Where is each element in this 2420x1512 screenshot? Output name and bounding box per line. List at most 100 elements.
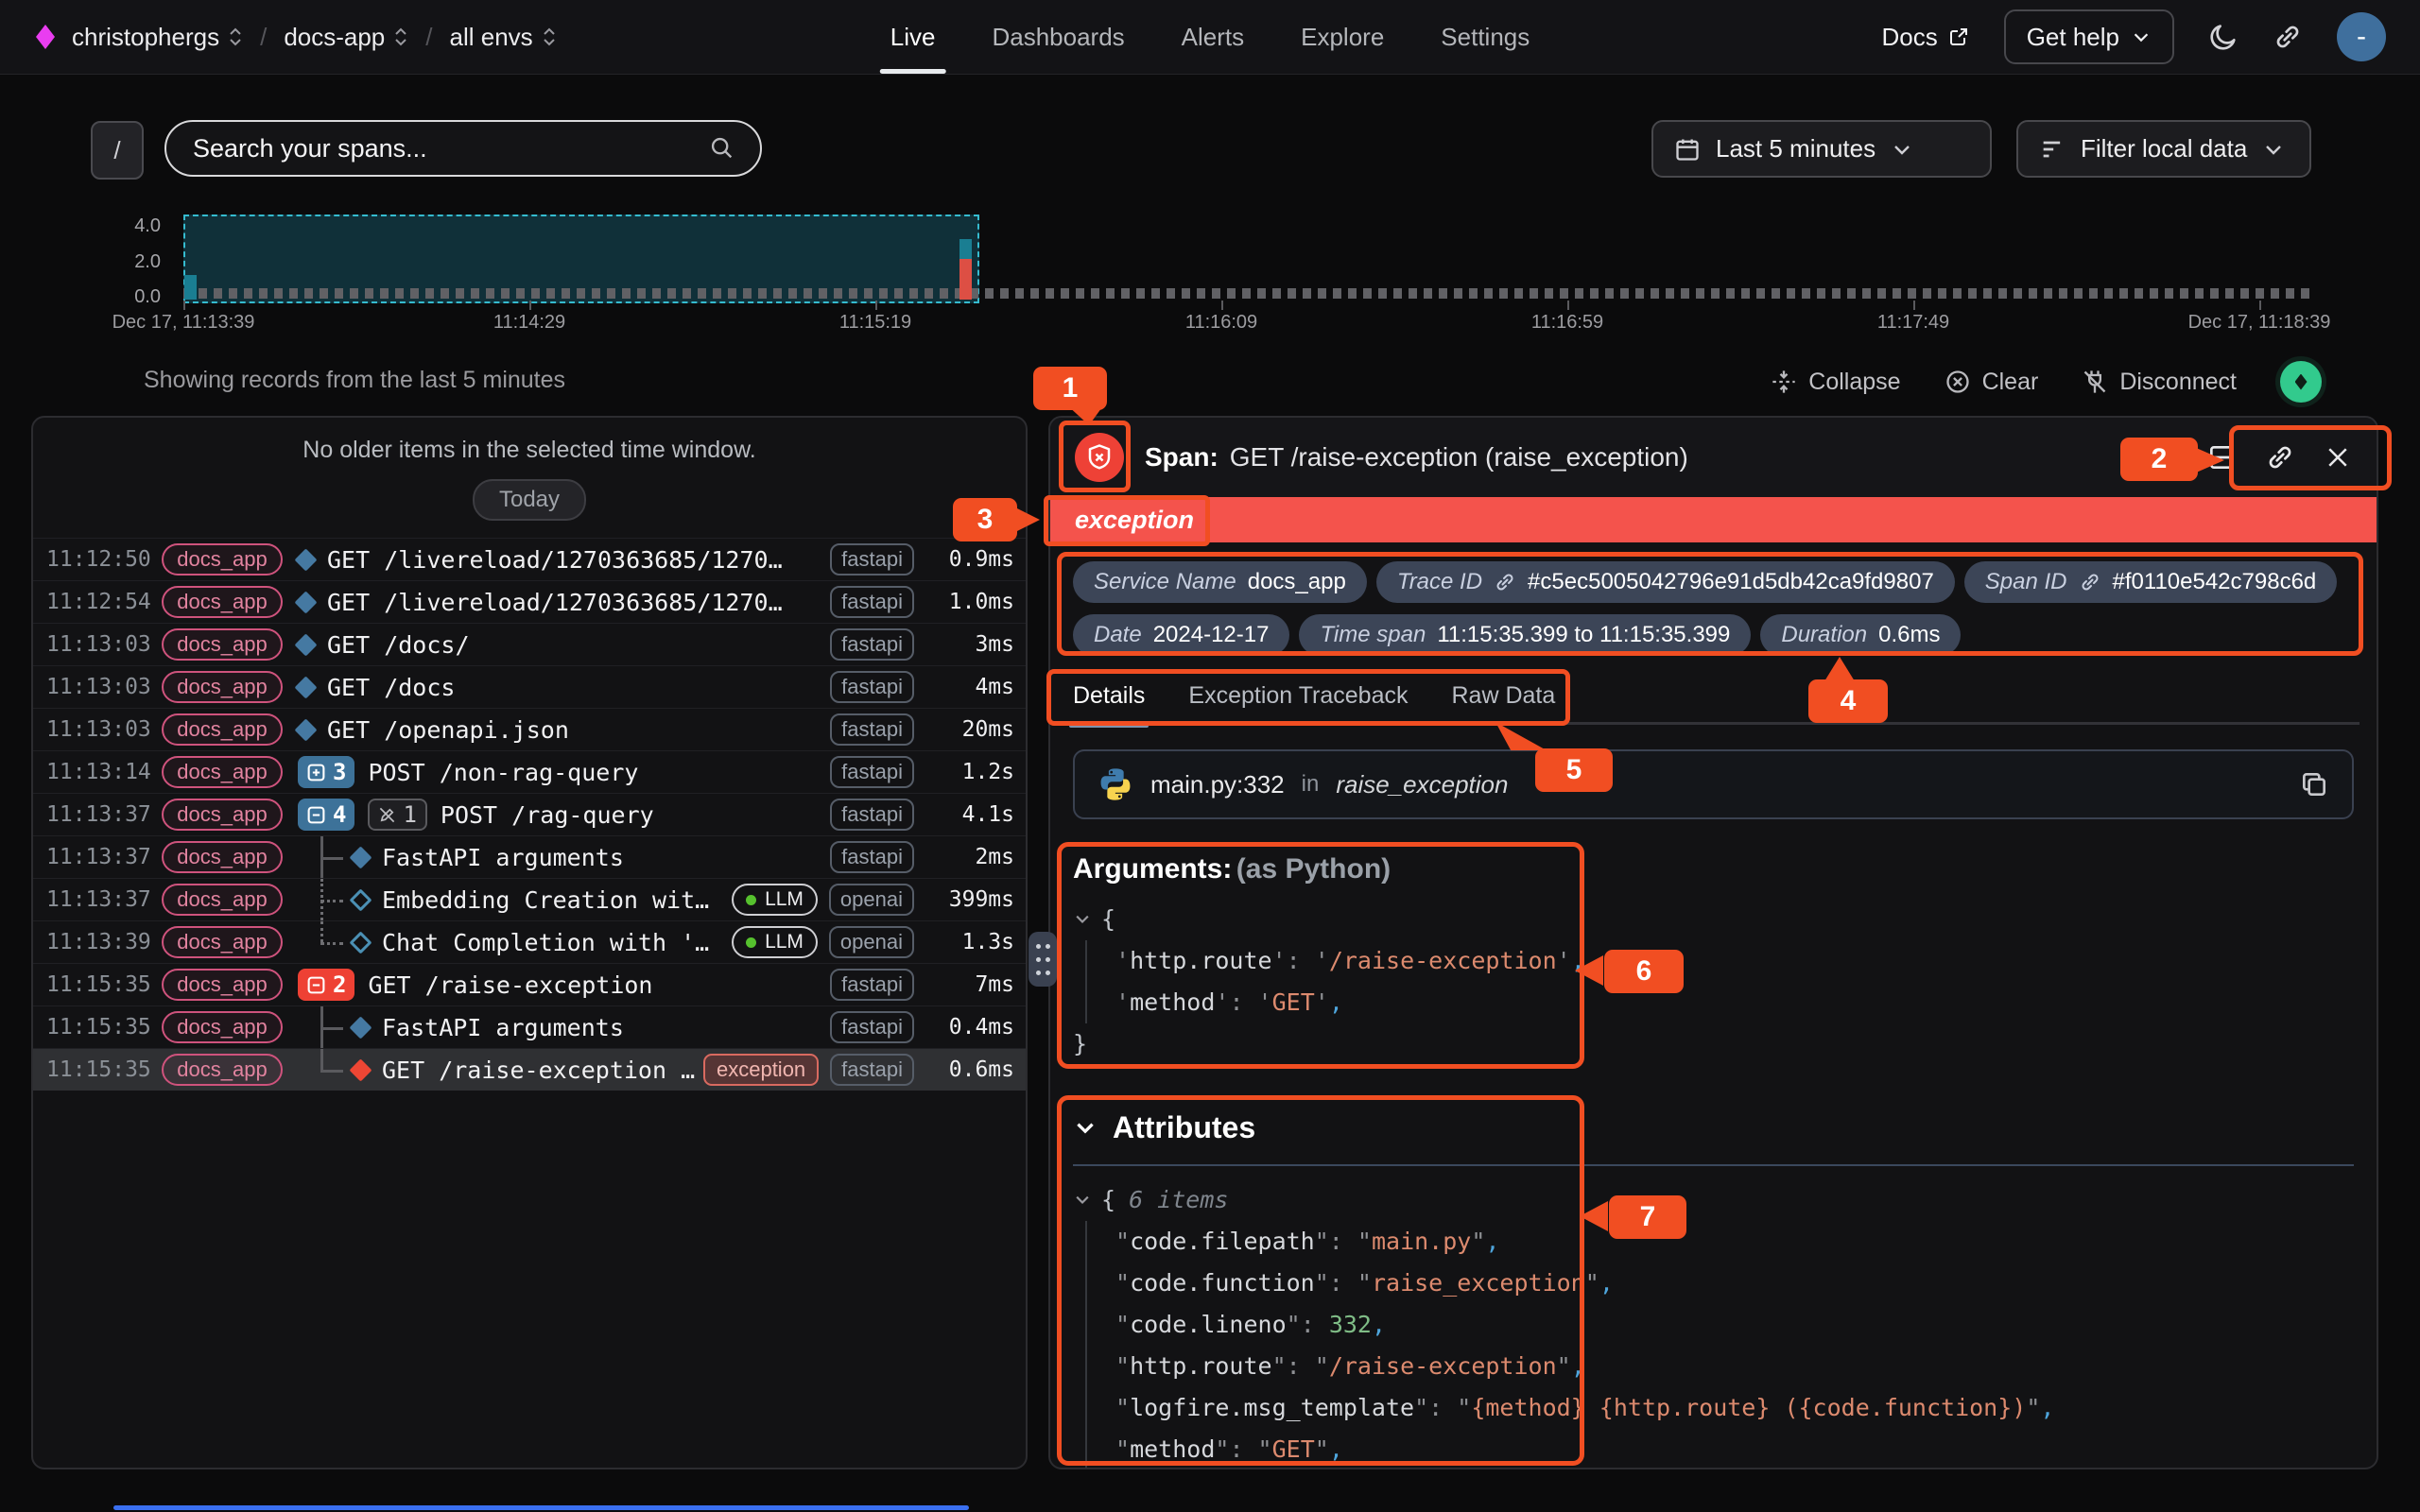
service-pill[interactable]: docs_app — [162, 884, 283, 916]
service-pill[interactable]: docs_app — [162, 756, 283, 788]
framework-tag-pill[interactable]: openai — [829, 884, 914, 916]
span-duration: 1.0ms — [914, 590, 1014, 614]
chevron-down-icon — [1891, 138, 1913, 161]
logfire-logo-icon[interactable] — [36, 25, 55, 49]
framework-tag-pill[interactable]: fastapi — [830, 969, 914, 1001]
copy-link-icon[interactable] — [2265, 442, 2295, 472]
connection-status-indicator[interactable] — [2280, 361, 2322, 403]
disconnect-button[interactable]: Disconnect — [2082, 369, 2237, 396]
x-axis-label: 11:17:49 — [1877, 312, 1949, 334]
detail-tab-details[interactable]: Details — [1073, 682, 1145, 725]
code-entries: "code.filepath": "main.py","code.functio… — [1085, 1221, 2354, 1469]
framework-tag-pill[interactable]: fastapi — [830, 543, 914, 576]
service-pill[interactable]: docs_app — [162, 586, 283, 618]
span-main: GET /docs/ — [298, 624, 830, 665]
service-pill[interactable]: docs_app — [162, 1054, 283, 1086]
breadcrumb-item-docs-app[interactable]: docs-app — [284, 23, 408, 52]
span-duration: 399ms — [914, 887, 1014, 912]
chart-bar-red[interactable] — [959, 259, 972, 300]
time-series-chart[interactable]: 4.02.00.0Dec 17, 11:13:3911:14:2911:15:1… — [0, 198, 2420, 345]
meta-pill-trace-id[interactable]: Trace ID#c5ec5005042796e91d5db42ca9fd980… — [1376, 561, 1955, 603]
detail-tab-raw-data[interactable]: Raw Data — [1452, 682, 1556, 725]
docs-link[interactable]: Docs — [1881, 23, 1969, 52]
tab-alerts[interactable]: Alerts — [1182, 0, 1244, 74]
framework-tag-pill[interactable]: fastapi — [830, 671, 914, 703]
meta-pill-span-id[interactable]: Span ID#f0110e542c798c6d — [1964, 561, 2337, 603]
span-row[interactable]: 11:13:03docs_appGET /docs/fastapi3ms — [33, 623, 1026, 665]
service-pill[interactable]: docs_app — [162, 543, 283, 576]
framework-tag-pill[interactable]: fastapi — [830, 799, 914, 831]
service-pill[interactable]: docs_app — [162, 671, 283, 703]
span-row[interactable]: 11:15:35docs_appFastAPI argumentsfastapi… — [33, 1005, 1026, 1048]
get-help-button[interactable]: Get help — [2004, 9, 2174, 64]
source-file[interactable]: main.py:332 — [1150, 770, 1285, 799]
breadcrumb-item-christophergs[interactable]: christophergs — [72, 23, 243, 52]
avatar[interactable]: - — [2337, 12, 2386, 61]
external-link-icon — [1947, 26, 1970, 48]
span-detail-header: Span: GET /raise-exception (raise_except… — [1050, 418, 2377, 497]
tab-dashboards[interactable]: Dashboards — [992, 0, 1124, 74]
span-row[interactable]: 11:15:35docs_app2GET /raise-exceptionfas… — [33, 963, 1026, 1005]
search-input[interactable] — [191, 133, 709, 164]
search-box[interactable] — [164, 120, 762, 177]
collapse-children-badge[interactable]: 2 — [298, 969, 354, 1001]
service-pill[interactable]: docs_app — [162, 1011, 283, 1043]
framework-tag-pill[interactable]: fastapi — [830, 628, 914, 661]
span-row[interactable]: 11:12:54docs_appGET /livereload/12703636… — [33, 580, 1026, 623]
chart-bar-teal[interactable] — [184, 275, 197, 300]
share-link-icon[interactable] — [2273, 22, 2303, 52]
service-pill[interactable]: docs_app — [162, 969, 283, 1001]
service-pill[interactable]: docs_app — [162, 628, 283, 661]
framework-tag-pill[interactable]: fastapi — [830, 713, 914, 746]
horizontal-scrollbar[interactable] — [113, 1505, 969, 1510]
dark-mode-moon-icon[interactable] — [2208, 22, 2238, 52]
split-panel-icon[interactable] — [2206, 442, 2237, 472]
span-row[interactable]: 11:13:37docs_appEmbedding Creation wit…L… — [33, 878, 1026, 920]
framework-tag-pill[interactable]: fastapi — [830, 756, 914, 788]
span-row[interactable]: 11:12:50docs_appGET /livereload/12703636… — [33, 538, 1026, 580]
attributes-header[interactable]: Attributes — [1073, 1110, 2354, 1145]
collapse-children-badge[interactable]: 4 — [298, 799, 354, 831]
llm-pill: LLM — [732, 884, 818, 916]
filter-dropdown[interactable]: Filter local data — [2016, 120, 2311, 178]
service-pill[interactable]: docs_app — [162, 713, 283, 746]
span-row[interactable]: 11:13:39docs_appChat Completion with '…L… — [33, 920, 1026, 963]
tab-settings[interactable]: Settings — [1441, 0, 1530, 74]
service-pill[interactable]: docs_app — [162, 926, 283, 958]
span-time: 11:13:37 — [46, 845, 158, 869]
code-entries: 'http.route': '/raise-exception','method… — [1085, 940, 2354, 1023]
arguments-code[interactable]: {'http.route': '/raise-exception','metho… — [1073, 899, 2354, 1065]
collapse-button[interactable]: Collapse — [1771, 369, 1900, 396]
expand-children-badge[interactable]: 3 — [298, 756, 354, 788]
span-row[interactable]: 11:13:03docs_appGET /openapi.jsonfastapi… — [33, 708, 1026, 750]
framework-tag-pill[interactable]: fastapi — [830, 1011, 914, 1043]
clear-button[interactable]: Clear — [1945, 369, 2039, 396]
service-pill[interactable]: docs_app — [162, 841, 283, 873]
span-diamond-icon — [294, 548, 317, 571]
panel-resize-handle[interactable] — [1028, 932, 1057, 987]
service-pill[interactable]: docs_app — [162, 799, 283, 831]
close-icon[interactable] — [2324, 443, 2352, 472]
attributes-code[interactable]: {6 items"code.filepath": "main.py","code… — [1073, 1179, 2354, 1469]
copy-icon[interactable] — [2299, 769, 2329, 799]
span-row[interactable]: 11:15:35docs_appGET /raise-exception …ex… — [33, 1048, 1026, 1091]
framework-tag-pill[interactable]: fastapi — [830, 1054, 914, 1086]
chart-bar-teal[interactable] — [959, 239, 972, 259]
span-row[interactable]: 11:13:37docs_appFastAPI argumentsfastapi… — [33, 835, 1026, 878]
tab-explore[interactable]: Explore — [1301, 0, 1384, 74]
span-row[interactable]: 11:13:37docs_app41POST /rag-queryfastapi… — [33, 793, 1026, 835]
framework-tag-pill[interactable]: openai — [829, 926, 914, 958]
breadcrumb-item-all-envs[interactable]: all envs — [450, 23, 557, 52]
span-row[interactable]: 11:13:03docs_appGET /docsfastapi4ms — [33, 665, 1026, 708]
detail-tab-exception-traceback[interactable]: Exception Traceback — [1188, 682, 1408, 725]
span-time: 11:12:50 — [46, 547, 158, 572]
time-range-dropdown[interactable]: Last 5 minutes — [1651, 120, 1992, 178]
span-main: FastAPI arguments — [298, 1006, 830, 1048]
today-pill[interactable]: Today — [473, 479, 586, 521]
y-axis-tick: 4.0 — [95, 215, 161, 237]
framework-tag-pill[interactable]: fastapi — [830, 586, 914, 618]
clear-circle-x-icon — [1945, 369, 1971, 395]
tab-live[interactable]: Live — [890, 0, 936, 74]
framework-tag-pill[interactable]: fastapi — [830, 841, 914, 873]
span-row[interactable]: 11:13:14docs_app3POST /non-rag-queryfast… — [33, 750, 1026, 793]
